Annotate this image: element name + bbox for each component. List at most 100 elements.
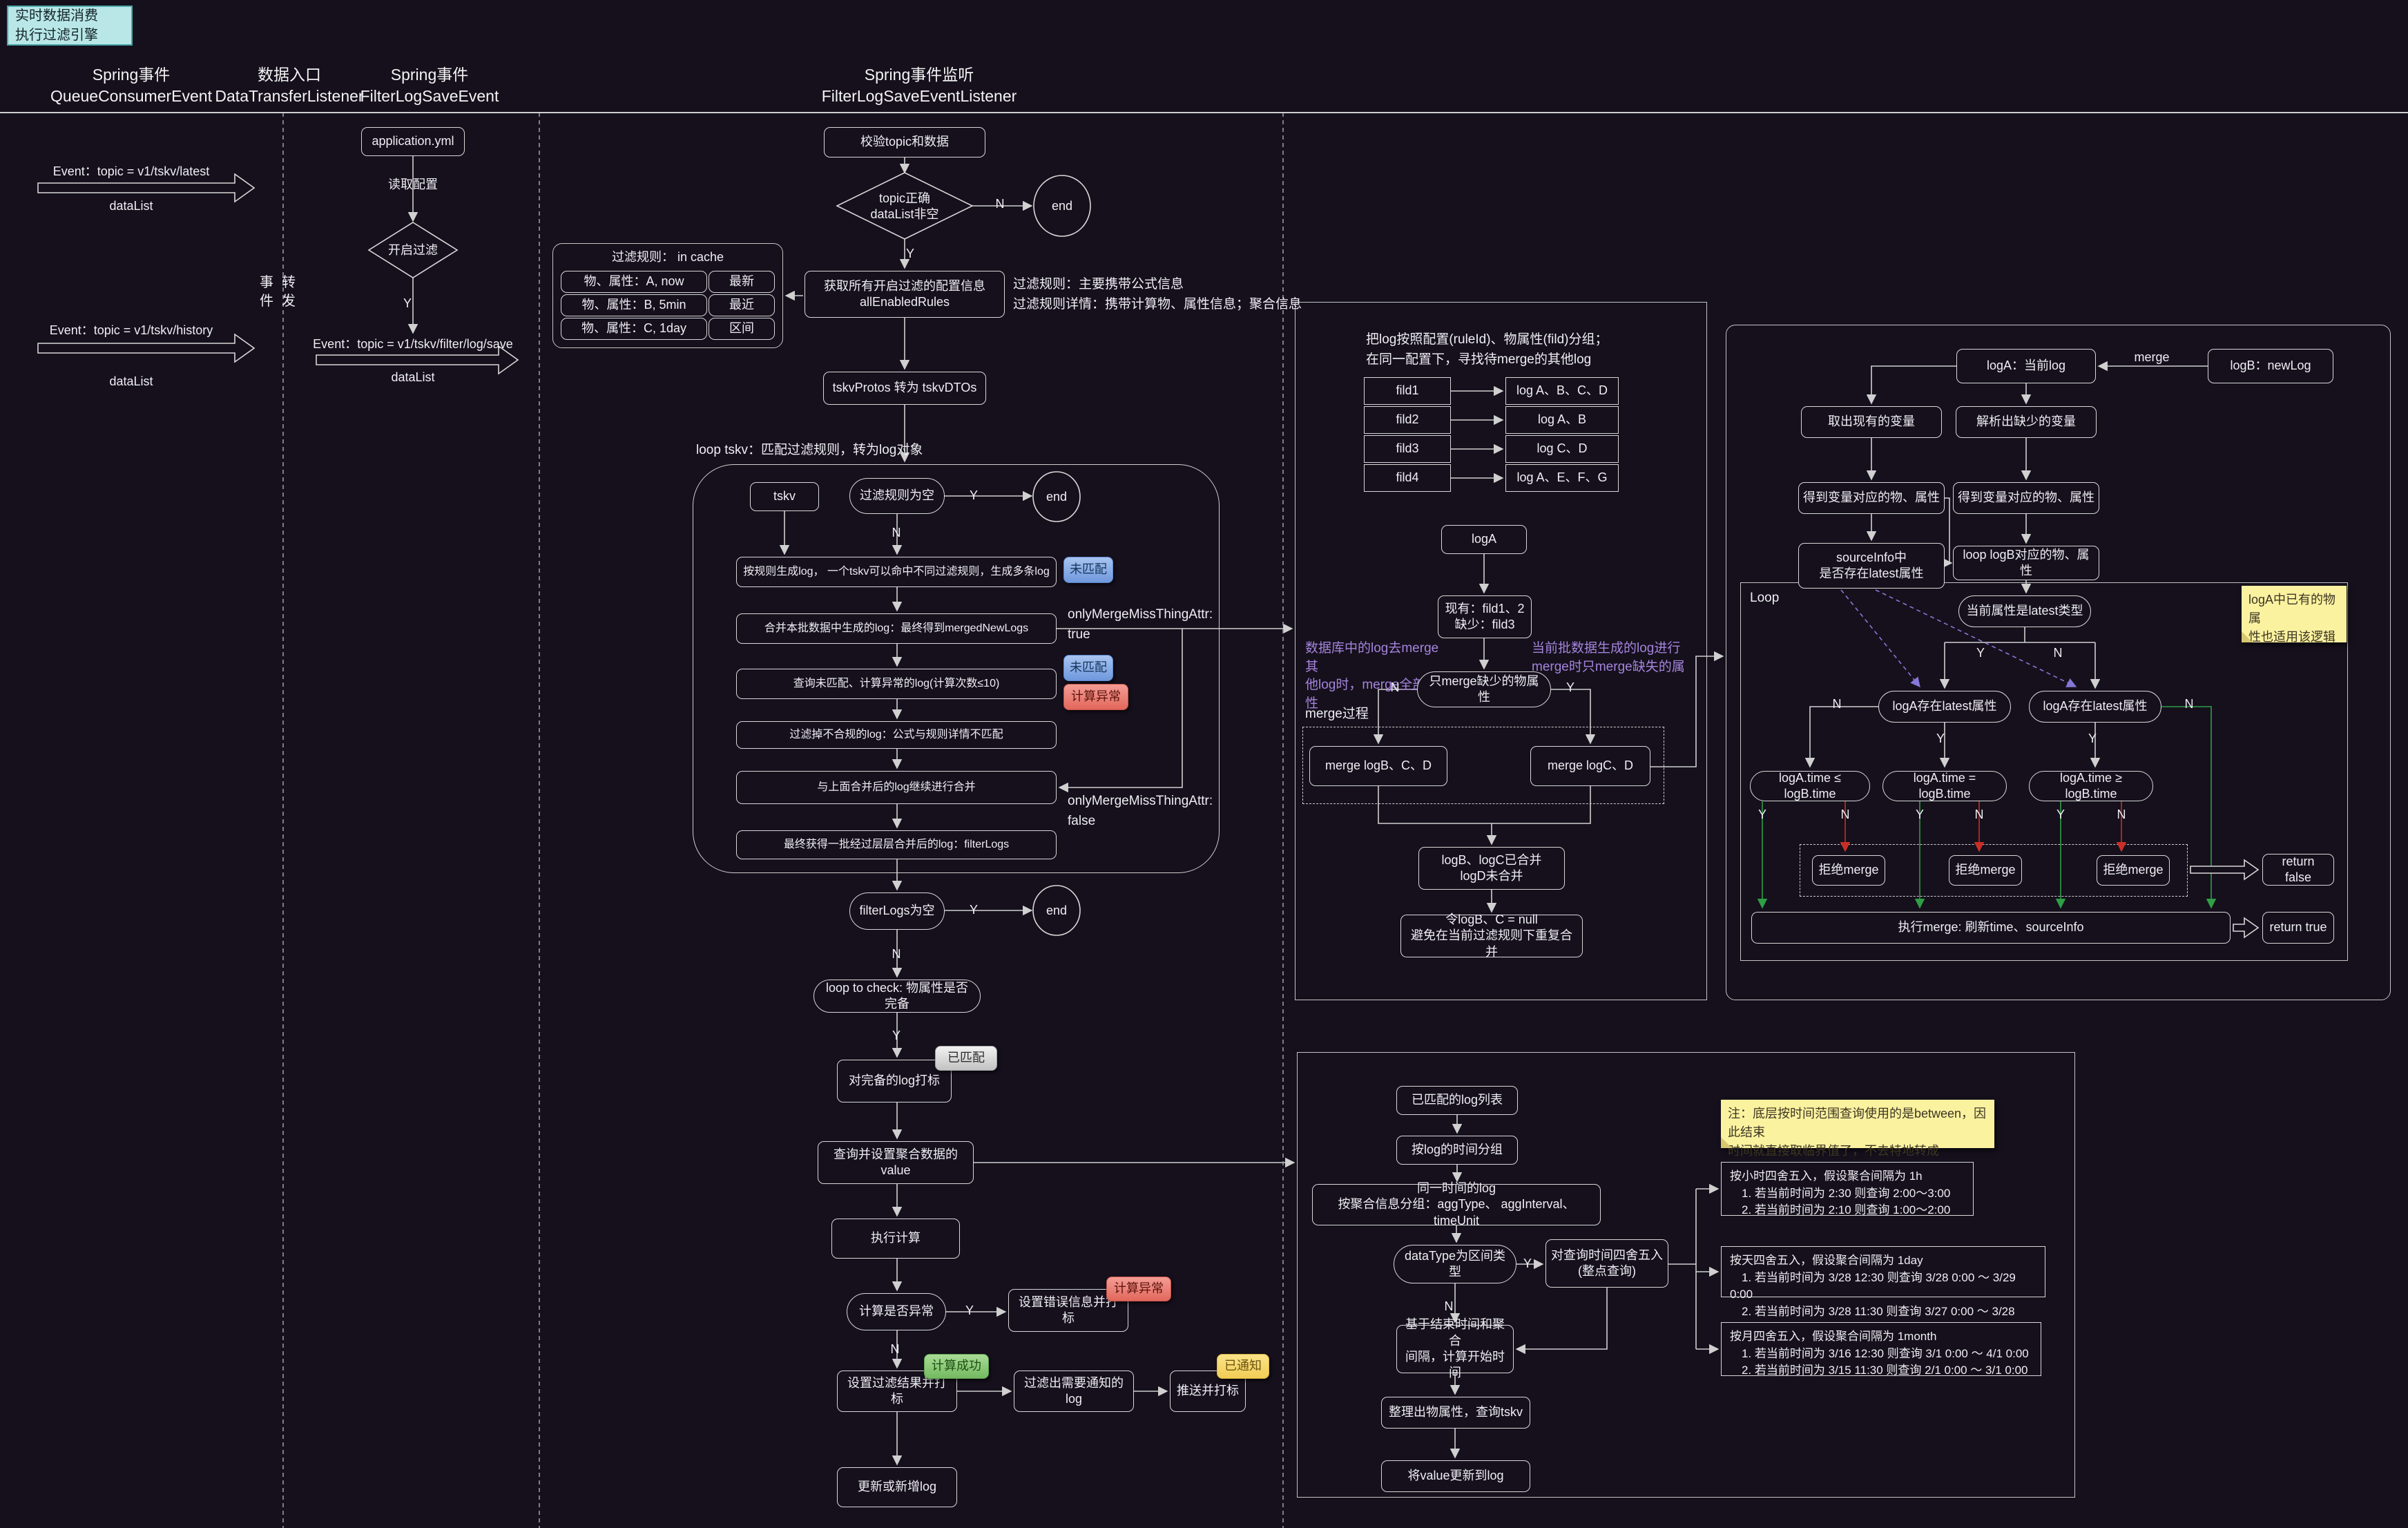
pb-source[interactable]: sourceInfo中 是否存在latest属性 bbox=[1798, 543, 1945, 589]
end-2-label[interactable]: end bbox=[1036, 488, 1077, 506]
node-get-rules[interactable]: 获取所有开启过滤的配置信息 allEnabledRules bbox=[805, 271, 1005, 318]
node-gen-log[interactable]: 按规则生成log， 一个tskv可以命中不同过滤规则，生成多条log bbox=[736, 557, 1057, 587]
pc-group[interactable]: 按log的时间分组 bbox=[1396, 1136, 1518, 1165]
pc-calc[interactable]: 基于结束时间和聚合 间隔，计算开始时间 bbox=[1396, 1325, 1514, 1373]
pb-existB[interactable]: logA存在latest属性 bbox=[2029, 691, 2161, 723]
cache-row2-left[interactable]: 物、属性：B, 5min bbox=[561, 294, 707, 316]
cache-row2-right[interactable]: 最近 bbox=[709, 294, 775, 316]
cache-row1-right[interactable]: 最新 bbox=[709, 271, 775, 293]
node-convert[interactable]: tskvProtos 转为 tskvDTOs bbox=[823, 372, 986, 405]
fild2-cell[interactable]: fild2 bbox=[1364, 406, 1451, 434]
fild3-cell[interactable]: fild3 bbox=[1364, 435, 1451, 463]
pb-do-merge[interactable]: 执行merge: 刷新time、sourceInfo bbox=[1751, 912, 2231, 944]
stadium-rules-empty[interactable]: 过滤规则为空 bbox=[849, 478, 945, 514]
node-update-log[interactable]: 更新或新增log bbox=[837, 1467, 957, 1507]
pa-merge-bcd[interactable]: merge logB、C、D bbox=[1309, 746, 1447, 786]
node-query-miss[interactable]: 查询未匹配、计算异常的log(计算次数≤10) bbox=[736, 669, 1057, 699]
pb-return-true[interactable]: return true bbox=[2262, 912, 2334, 944]
node-exec-calc[interactable]: 执行计算 bbox=[831, 1219, 960, 1259]
pa-have[interactable]: 现有：fild1、2 缺少：fild3 bbox=[1438, 595, 1532, 638]
badge-notified[interactable]: 已通知 bbox=[1217, 1354, 1269, 1379]
note-rules: 过滤规则：主要携带公式信息 过滤规则详情：携带计算物、属性信息；聚合信息 bbox=[1013, 275, 1303, 318]
node-filter-notify[interactable]: 过滤出需要通知的log bbox=[1014, 1371, 1134, 1412]
label-n-filterlogs: N bbox=[888, 946, 905, 963]
end-3-label[interactable]: end bbox=[1036, 902, 1077, 920]
pb-time-eq[interactable]: logA.time = logB.time bbox=[1882, 771, 2007, 801]
pc-value[interactable]: 将value更新到log bbox=[1381, 1460, 1530, 1492]
end-1-label[interactable]: end bbox=[1041, 198, 1083, 216]
pa-null[interactable]: 令logB、C = null 避免在当前过滤规则下重复合并 bbox=[1400, 915, 1583, 957]
pc-tidy[interactable]: 整理出物属性，查询tskv bbox=[1381, 1397, 1530, 1429]
pb-time-le[interactable]: logA.time ≤ logB.time bbox=[1750, 771, 1870, 801]
fild3-logs[interactable]: log C、D bbox=[1505, 435, 1619, 463]
pb-existA[interactable]: logA存在latest属性 bbox=[1878, 691, 2011, 723]
pb-reject-1[interactable]: 拒绝merge bbox=[1812, 855, 1885, 886]
pc-list[interactable]: 已匹配的log列表 bbox=[1396, 1086, 1518, 1115]
pb-loga[interactable]: logA：当前log bbox=[1956, 349, 2096, 383]
pc-example-hour[interactable]: 按小时四舍五入，假设聚合间隔为 1h 1. 若当前时间为 2:30 则查询 2:… bbox=[1721, 1162, 1974, 1216]
pa-onlymiss[interactable]: 只merge缺少的物属性 bbox=[1417, 671, 1551, 707]
label-y-dtype: Y bbox=[1519, 1256, 1536, 1272]
label-n-topic: N bbox=[992, 196, 1008, 213]
node-filter-out[interactable]: 过滤掉不合规的log：公式与规则详情不匹配 bbox=[736, 721, 1057, 749]
node-query-value[interactable]: 查询并设置聚合数据的value bbox=[818, 1141, 974, 1184]
label-y-onlymiss: Y bbox=[1562, 680, 1579, 696]
stadium-filterlogs-empty[interactable]: filterLogs为空 bbox=[849, 892, 945, 930]
fild4-logs[interactable]: log A、E、F、G bbox=[1505, 464, 1619, 492]
badge-matched[interactable]: 已匹配 bbox=[935, 1046, 997, 1071]
node-merge-batch[interactable]: 合并本批数据中生成的log：最终得到mergedNewLogs bbox=[736, 613, 1057, 644]
node-final-logs[interactable]: 最终获得一批经过层层合并后的log：filterLogs bbox=[736, 830, 1057, 859]
fild1-cell[interactable]: fild1 bbox=[1364, 377, 1451, 405]
pc-dtype[interactable]: dataType为区间类型 bbox=[1394, 1245, 1516, 1283]
label-n-existA: N bbox=[1829, 696, 1845, 713]
node-verify-topic[interactable]: 校验topic和数据 bbox=[824, 127, 985, 157]
pb-reject-3[interactable]: 拒绝merge bbox=[2097, 855, 2170, 886]
diamond-topic-label[interactable]: topic正确 dataList非空 bbox=[849, 189, 960, 224]
cache-row3-left[interactable]: 物、属性：C, 1day bbox=[561, 318, 707, 340]
cache-row3-right[interactable]: 区间 bbox=[709, 318, 775, 340]
badge-unmatched-2[interactable]: 未匹配 bbox=[1063, 655, 1113, 681]
pb-loopb[interactable]: loop logB对应的物、属性 bbox=[1953, 546, 2099, 580]
pb-parse[interactable]: 解析出缺少的变量 bbox=[1956, 406, 2097, 438]
badge-calc-err-1[interactable]: 计算异常 bbox=[1063, 684, 1128, 710]
pb-thing-right[interactable]: 得到变量对应的物、属性 bbox=[1953, 482, 2099, 514]
sticky-loop[interactable]: logA中已有的物属 性也适用该逻辑 bbox=[2242, 586, 2347, 642]
fild2-logs[interactable]: log A、B bbox=[1505, 406, 1619, 434]
pb-reject-2[interactable]: 拒绝merge bbox=[1949, 855, 2022, 886]
title-badge[interactable]: 实时数据消费 执行过滤引擎 bbox=[7, 6, 133, 46]
pc-round[interactable]: 对查询时间四舍五入 (整点查询) bbox=[1545, 1239, 1668, 1288]
badge-calc-err-2[interactable]: 计算异常 bbox=[1106, 1277, 1171, 1301]
stadium-is-err[interactable]: 计算是否异常 bbox=[847, 1293, 946, 1330]
pa-merge-cd[interactable]: merge logC、D bbox=[1530, 746, 1650, 786]
pb-logb[interactable]: logB：newLog bbox=[2208, 349, 2333, 383]
cache-row1-left[interactable]: 物、属性：A, now bbox=[561, 271, 707, 293]
label-n-ge: N bbox=[2113, 807, 2130, 823]
stadium-loop-check[interactable]: loop to check: 物属性是否完备 bbox=[813, 980, 981, 1013]
fild4-cell[interactable]: fild4 bbox=[1364, 464, 1451, 492]
node-merge-again[interactable]: 与上面合并后的log继续进行合并 bbox=[736, 771, 1057, 804]
note-only-true: onlyMergeMissThingAttr: true bbox=[1068, 605, 1221, 622]
pb-time-ge[interactable]: logA.time ≥ logB.time bbox=[2029, 771, 2153, 801]
pb-getvar[interactable]: 取出现有的变量 bbox=[1801, 406, 1942, 438]
badge-unmatched-1[interactable]: 未匹配 bbox=[1063, 557, 1113, 583]
node-tskv[interactable]: tskv bbox=[750, 482, 819, 511]
node-application-yml[interactable]: application.yml bbox=[361, 127, 465, 156]
pc-example-day[interactable]: 按天四舍五入，假设聚合间隔为 1day 1. 若当前时间为 3/28 12:30… bbox=[1721, 1246, 2045, 1297]
sticky-between[interactable]: 注：底层按时间范围查询使用的是between，因此结束 时间就直接取临界值了，不… bbox=[1721, 1100, 1994, 1148]
label-y-rules-empty: Y bbox=[965, 488, 982, 504]
node-mark-log[interactable]: 对完备的log打标 bbox=[837, 1060, 952, 1102]
pc-example-month[interactable]: 按月四舍五入，假设聚合间隔为 1month 1. 若当前时间为 3/16 12:… bbox=[1721, 1322, 2041, 1376]
pb-return-false[interactable]: return false bbox=[2262, 854, 2334, 886]
lane-label-forward: 转 发 bbox=[279, 271, 298, 314]
diamond-enable-filter-label[interactable]: 开启过滤 bbox=[372, 242, 454, 260]
pa-loga[interactable]: logA bbox=[1441, 525, 1527, 554]
pb-islatest[interactable]: 当前属性是latest类型 bbox=[1958, 595, 2091, 627]
label-n-onlymiss: N bbox=[1387, 680, 1403, 696]
event2-datalist: dataList bbox=[83, 373, 180, 391]
pb-thing-left[interactable]: 得到变量对应的物、属性 bbox=[1798, 482, 1945, 514]
pc-agg[interactable]: 同一时间的log 按聚合信息分组：aggType、 aggInterval、ti… bbox=[1312, 1184, 1601, 1225]
fild1-logs[interactable]: log A、B、C、D bbox=[1505, 377, 1619, 405]
pa-merge-process-label: merge过程 bbox=[1305, 705, 1388, 723]
pa-merged[interactable]: logB、logC已合并 logD未合并 bbox=[1418, 847, 1565, 890]
badge-calc-ok[interactable]: 计算成功 bbox=[924, 1354, 989, 1379]
